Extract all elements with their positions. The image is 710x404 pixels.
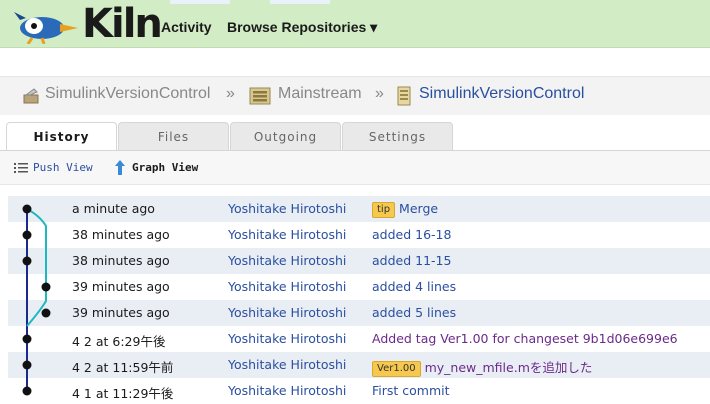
changeset-time: 39 minutes ago — [72, 279, 170, 294]
changeset-time: 38 minutes ago — [72, 253, 170, 268]
changeset-author[interactable]: Yoshitake Hirotoshi — [228, 227, 346, 242]
changeset-time: 4 1 at 11:29午後 — [72, 386, 174, 401]
breadcrumb: SimulinkVersionControl » Mainstream » Si… — [0, 76, 710, 115]
list-icon — [14, 163, 28, 173]
top-strip-right — [270, 0, 330, 4]
changeset-time: 4 2 at 6:29午後 — [72, 334, 166, 349]
changeset-message[interactable]: added 11-15 — [372, 253, 451, 268]
changeset-time: 38 minutes ago — [72, 227, 170, 242]
graph-icon — [115, 160, 125, 175]
commit-node[interactable] — [22, 360, 32, 370]
changeset-author[interactable]: Yoshitake Hirotoshi — [228, 331, 346, 346]
commit-node[interactable] — [41, 282, 51, 292]
changeset-time: a minute ago — [72, 201, 155, 216]
changeset-author[interactable]: Yoshitake Hirotoshi — [228, 357, 346, 372]
commit-node[interactable] — [22, 386, 32, 396]
version-tag-badge: Ver1.00 — [372, 361, 421, 377]
changeset-row[interactable]: 39 minutes ago Yoshitake Hirotoshi added… — [8, 300, 710, 326]
changeset-row[interactable]: 38 minutes ago Yoshitake Hirotoshi added… — [8, 248, 710, 274]
kiln-logo-icon — [14, 12, 78, 44]
changeset-message[interactable]: my_new_mfile.mを追加した — [425, 360, 593, 375]
kiln-logo[interactable]: Kiln — [8, 2, 163, 46]
tab-settings[interactable]: Settings — [342, 122, 453, 150]
changeset-author[interactable]: Yoshitake Hirotoshi — [228, 253, 346, 268]
top-header: Kiln Activity Browse Repositories ▾ — [0, 0, 710, 48]
changeset-time: 39 minutes ago — [72, 305, 170, 320]
changeset-row[interactable]: 4 2 at 11:59午前 Yoshitake Hirotoshi Ver1.… — [8, 352, 710, 378]
changeset-row[interactable]: 39 minutes ago Yoshitake Hirotoshi added… — [8, 274, 710, 300]
commit-node[interactable] — [22, 230, 32, 240]
push-view-link[interactable]: Push View — [33, 161, 93, 174]
changeset-author[interactable]: Yoshitake Hirotoshi — [228, 279, 346, 294]
changeset-message[interactable]: added 5 lines — [372, 305, 456, 320]
changeset-row[interactable]: 4 2 at 6:29午後 Yoshitake Hirotoshi Added … — [8, 326, 710, 352]
commit-node[interactable] — [22, 256, 32, 266]
tab-bar: History Files Outgoing Settings — [0, 122, 710, 151]
nav-browse-repositories[interactable]: Browse Repositories ▾ — [227, 19, 377, 36]
file-icon — [397, 86, 411, 106]
breadcrumb-separator: » — [375, 85, 384, 102]
breadcrumb-repository[interactable]: SimulinkVersionControl — [419, 85, 584, 103]
repo-group-icon — [249, 87, 271, 105]
changeset-description: Ver1.00 my_new_mfile.mを追加した — [372, 357, 592, 377]
view-toggle: Push View Graph View — [0, 151, 710, 185]
changeset-author[interactable]: Yoshitake Hirotoshi — [228, 383, 346, 398]
graph-view-link[interactable]: Graph View — [132, 161, 198, 174]
brand-wordmark: Kiln — [82, 1, 163, 47]
changeset-row[interactable]: a minute ago Yoshitake Hirotoshi tip Merg… — [8, 196, 710, 222]
changeset-message[interactable]: Added tag Ver1.00 for changeset 9b1d06e6… — [372, 331, 678, 346]
commit-node[interactable] — [41, 308, 51, 318]
side-branch-line — [26, 208, 47, 327]
breadcrumb-project[interactable]: SimulinkVersionControl — [45, 85, 210, 103]
changeset-message[interactable]: Merge — [399, 201, 438, 216]
tab-files[interactable]: Files — [118, 122, 229, 150]
changeset-row[interactable]: 4 1 at 11:29午後 Yoshitake Hirotoshi First… — [8, 378, 710, 404]
changeset-message[interactable]: First commit — [372, 383, 450, 398]
changeset-row[interactable]: 38 minutes ago Yoshitake Hirotoshi added… — [8, 222, 710, 248]
top-strip-left — [170, 0, 230, 4]
changeset-message[interactable]: added 4 lines — [372, 279, 456, 294]
changeset-time: 4 2 at 11:59午前 — [72, 360, 174, 375]
breadcrumb-group[interactable]: Mainstream — [278, 85, 362, 103]
tab-outgoing[interactable]: Outgoing — [230, 122, 341, 150]
commit-node[interactable] — [22, 204, 32, 214]
commit-node[interactable] — [22, 334, 32, 344]
nav-activity[interactable]: Activity — [161, 19, 212, 35]
branch-graph — [22, 204, 51, 396]
tip-badge: tip — [372, 202, 396, 218]
changeset-description: tip Merge — [372, 201, 438, 218]
tab-history[interactable]: History — [6, 122, 117, 151]
breadcrumb-separator: » — [226, 85, 235, 102]
changeset-author[interactable]: Yoshitake Hirotoshi — [228, 201, 346, 216]
changeset-author[interactable]: Yoshitake Hirotoshi — [228, 305, 346, 320]
repo-icon — [23, 88, 39, 104]
changeset-message[interactable]: added 16-18 — [372, 227, 451, 242]
